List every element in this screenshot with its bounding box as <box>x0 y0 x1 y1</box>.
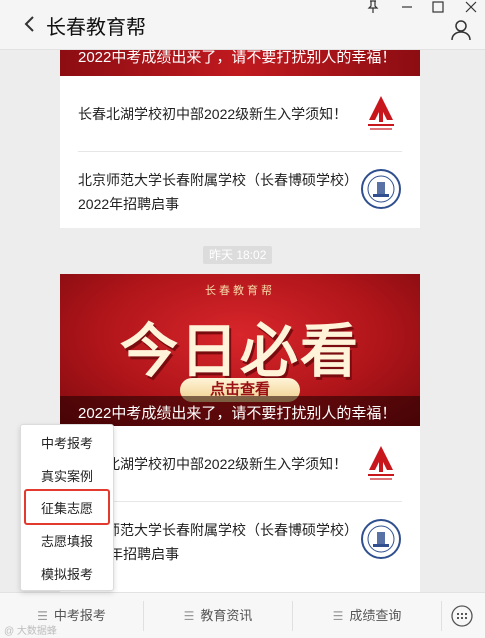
submenu-item-fill[interactable]: 志愿填报 <box>21 525 113 558</box>
article-title: 北京师范大学长春附属学校（长春博硕学校）2022年招聘启事 <box>78 172 358 212</box>
hero-caption-bar: 2022中考成绩出来了，请不要打扰别人的幸福！ <box>60 396 420 426</box>
close-icon[interactable] <box>460 0 482 14</box>
maximize-icon[interactable] <box>427 0 449 14</box>
hero-caption: 2022中考成绩出来了，请不要打扰别人的幸福！ <box>78 405 397 422</box>
keyboard-icon[interactable] <box>451 605 473 627</box>
tab-separator <box>441 601 442 631</box>
school-logo-red-icon <box>360 92 402 134</box>
menu-list-icon: ☰ <box>183 609 195 623</box>
menu-tab-scores[interactable]: ☰ 成绩查询 <box>293 593 441 638</box>
menu-list-icon: ☰ <box>332 609 344 623</box>
watermark: @ 大数据蜂 <box>4 626 57 637</box>
menu-tab-news[interactable]: ☰ 教育资讯 <box>144 593 292 638</box>
submenu-item-mock[interactable]: 模拟报考 <box>21 558 113 591</box>
article-card-latest: 长春教育帮 今日必看 点击查看 2022中考成绩出来了，请不要打扰别人的幸福！ … <box>60 274 420 592</box>
article-title: 北京师范大学长春附属学校（长春博硕学校）2022年招聘启事 <box>78 522 358 562</box>
menu-tab-label: 成绩查询 <box>349 608 402 623</box>
article-title: 长春北湖学校初中部2022级新生入学须知！ <box>78 456 348 472</box>
school-logo-red-icon <box>360 442 402 484</box>
banner-caption: 2022中考成绩出来了，请不要打扰别人的幸福！ <box>78 50 397 66</box>
article-item[interactable]: 北京师范大学长春附属学校（长春博硕学校）2022年招聘启事 <box>60 152 420 228</box>
minimize-icon[interactable] <box>396 0 418 14</box>
hero-headline: 今日必看 <box>119 317 360 385</box>
article-title: 长春北湖学校初中部2022级新生入学须知！ <box>78 106 348 122</box>
menu-tab-label: 教育资讯 <box>200 608 253 623</box>
article-item[interactable]: 长春北湖学校初中部2022级新生入学须知！ <box>60 76 420 152</box>
hero-brand: 长春教育帮 <box>205 285 275 297</box>
bottom-menu-bar: ☰ 中考报考 ☰ 教育资讯 ☰ 成绩查询 <box>0 592 485 638</box>
title-bar: 长春教育帮 <box>0 0 485 50</box>
back-arrow-icon[interactable] <box>22 12 38 36</box>
submenu-item-zhongkao[interactable]: 中考报考 <box>21 427 113 460</box>
article-item[interactable]: 北京师范大学长春附属学校（长春博硕学校）2022年招聘启事 <box>60 502 420 578</box>
school-seal-icon <box>361 519 401 559</box>
article-card-previous: 2022中考成绩出来了，请不要打扰别人的幸福！ 长春北湖学校初中部2022级新生… <box>60 50 420 228</box>
article-item[interactable]: 长春北湖学校初中部2022级新生入学须知！ <box>60 426 420 502</box>
chat-title: 长春教育帮 <box>46 17 146 39</box>
article-banner[interactable]: 2022中考成绩出来了，请不要打扰别人的幸福！ <box>60 50 420 76</box>
hero-banner[interactable]: 长春教育帮 今日必看 点击查看 2022中考成绩出来了，请不要打扰别人的幸福！ <box>60 274 420 426</box>
highlight-box <box>24 489 110 525</box>
school-seal-icon <box>361 169 401 209</box>
menu-tab-label: 中考报考 <box>53 608 106 623</box>
pin-icon[interactable] <box>362 0 384 14</box>
submenu-popup: 中考报考 真实案例 征集志愿 志愿填报 模拟报考 <box>20 424 114 591</box>
timestamp: 昨天 18:02 <box>203 246 273 264</box>
profile-icon[interactable] <box>450 19 472 41</box>
